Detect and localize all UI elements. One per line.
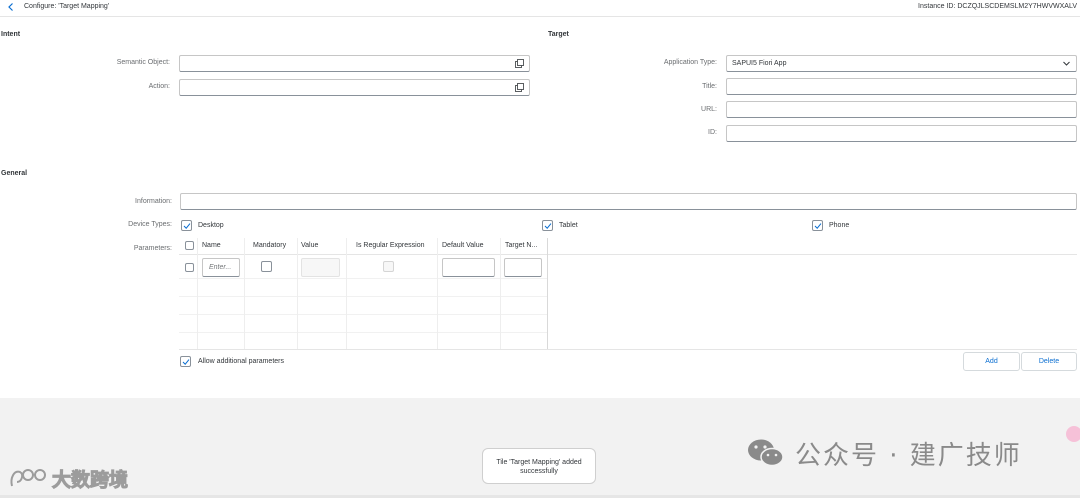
checkmark-icon bbox=[183, 223, 191, 229]
checkmark-icon bbox=[182, 359, 190, 365]
instance-id: Instance ID: DCZQJLSCDEMSLM2Y7HWVWXALV bbox=[918, 3, 1077, 10]
watermark-left-text: 大数跨境 bbox=[51, 468, 129, 491]
action-label: Action: bbox=[148, 83, 170, 90]
general-section-title: General bbox=[1, 170, 28, 177]
desktop-checkbox[interactable] bbox=[181, 220, 192, 231]
page-title: Configure: 'Target Mapping' bbox=[24, 3, 110, 10]
url-label: URL: bbox=[701, 106, 717, 113]
tablet-checkbox[interactable] bbox=[542, 220, 553, 231]
page-header: Configure: 'Target Mapping' Instance ID:… bbox=[0, 0, 1080, 17]
select-all-checkbox[interactable] bbox=[185, 241, 194, 250]
row-divider bbox=[179, 314, 547, 315]
application-type-label: Application Type: bbox=[663, 59, 717, 66]
tablet-label: Tablet bbox=[559, 222, 578, 229]
row-divider bbox=[179, 278, 547, 279]
column-header-default-value[interactable]: Default Value bbox=[442, 242, 484, 249]
parameter-name-placeholder: Enter... bbox=[209, 264, 232, 271]
is-regular-expression-checkbox bbox=[383, 261, 394, 272]
row-divider bbox=[179, 332, 547, 333]
information-input[interactable] bbox=[180, 193, 1077, 210]
parameter-value-input bbox=[301, 258, 340, 277]
title-label: Title: bbox=[702, 83, 717, 90]
desktop-label: Desktop bbox=[198, 222, 224, 229]
phone-checkbox[interactable] bbox=[812, 220, 823, 231]
table-header-divider bbox=[179, 254, 1077, 255]
column-divider bbox=[500, 238, 501, 349]
column-divider bbox=[547, 238, 548, 349]
url-input[interactable] bbox=[726, 101, 1077, 118]
value-help-icon[interactable] bbox=[515, 83, 524, 92]
watermark-left: 大数跨境 bbox=[8, 464, 129, 492]
mandatory-checkbox[interactable] bbox=[261, 261, 272, 272]
table-bottom-divider bbox=[179, 349, 1077, 350]
information-label: Information: bbox=[135, 198, 172, 205]
id-input[interactable] bbox=[726, 125, 1077, 142]
row-select-checkbox[interactable] bbox=[185, 263, 194, 272]
chevron-down-icon[interactable] bbox=[1062, 59, 1071, 68]
allow-additional-parameters-checkbox[interactable] bbox=[180, 356, 191, 367]
column-divider bbox=[244, 238, 245, 349]
column-divider bbox=[346, 238, 347, 349]
column-divider bbox=[297, 238, 298, 349]
target-section-title: Target bbox=[548, 31, 569, 38]
toast-line-2: successfully bbox=[520, 468, 558, 475]
row-divider bbox=[179, 296, 547, 297]
chevron-left-icon[interactable] bbox=[6, 2, 16, 12]
id-label: ID: bbox=[708, 129, 717, 136]
target-name-input[interactable] bbox=[504, 258, 542, 277]
watermark-right: 公众号 · 建广技师 bbox=[745, 436, 1022, 471]
intent-section-title: Intent bbox=[1, 31, 21, 38]
phone-label: Phone bbox=[829, 222, 850, 229]
application-type-select[interactable]: SAPUI5 Fiori App bbox=[726, 55, 1077, 72]
column-header-value[interactable]: Value bbox=[301, 242, 318, 249]
column-header-name[interactable]: Name bbox=[202, 242, 221, 249]
column-header-is-regular-expression[interactable]: Is Regular Expression bbox=[356, 242, 424, 249]
watermark-logo-icon bbox=[10, 469, 46, 487]
add-button[interactable]: Add bbox=[963, 352, 1020, 371]
toast-line-1: Tile 'Target Mapping' added bbox=[496, 459, 582, 466]
title-input[interactable] bbox=[726, 78, 1077, 95]
column-divider bbox=[437, 238, 438, 349]
wechat-logo-icon bbox=[748, 439, 784, 467]
device-types-label: Device Types: bbox=[128, 221, 172, 228]
column-header-mandatory[interactable]: Mandatory bbox=[253, 242, 286, 249]
delete-button[interactable]: Delete bbox=[1021, 352, 1077, 371]
column-divider bbox=[197, 238, 198, 349]
parameter-name-input[interactable]: Enter... bbox=[202, 258, 240, 277]
application-type-value: SAPUI5 Fiori App bbox=[732, 60, 787, 67]
semantic-object-label: Semantic Object: bbox=[116, 59, 170, 66]
value-help-icon[interactable] bbox=[515, 59, 524, 68]
checkmark-icon bbox=[814, 223, 822, 229]
default-value-input[interactable] bbox=[442, 258, 495, 277]
toast-message: Tile 'Target Mapping' added successfully bbox=[482, 448, 596, 484]
column-header-target-name[interactable]: Target N... bbox=[505, 242, 537, 249]
side-handle-icon[interactable] bbox=[1066, 426, 1080, 442]
semantic-object-input[interactable] bbox=[179, 55, 530, 72]
watermark-right-text: 公众号 · 建广技师 bbox=[795, 440, 1022, 471]
allow-additional-parameters-label: Allow additional parameters bbox=[198, 358, 284, 365]
parameters-table: Name Mandatory Value Is Regular Expressi… bbox=[179, 238, 1077, 350]
action-input[interactable] bbox=[179, 79, 530, 96]
checkmark-icon bbox=[544, 223, 552, 229]
parameters-label: Parameters: bbox=[133, 245, 172, 252]
